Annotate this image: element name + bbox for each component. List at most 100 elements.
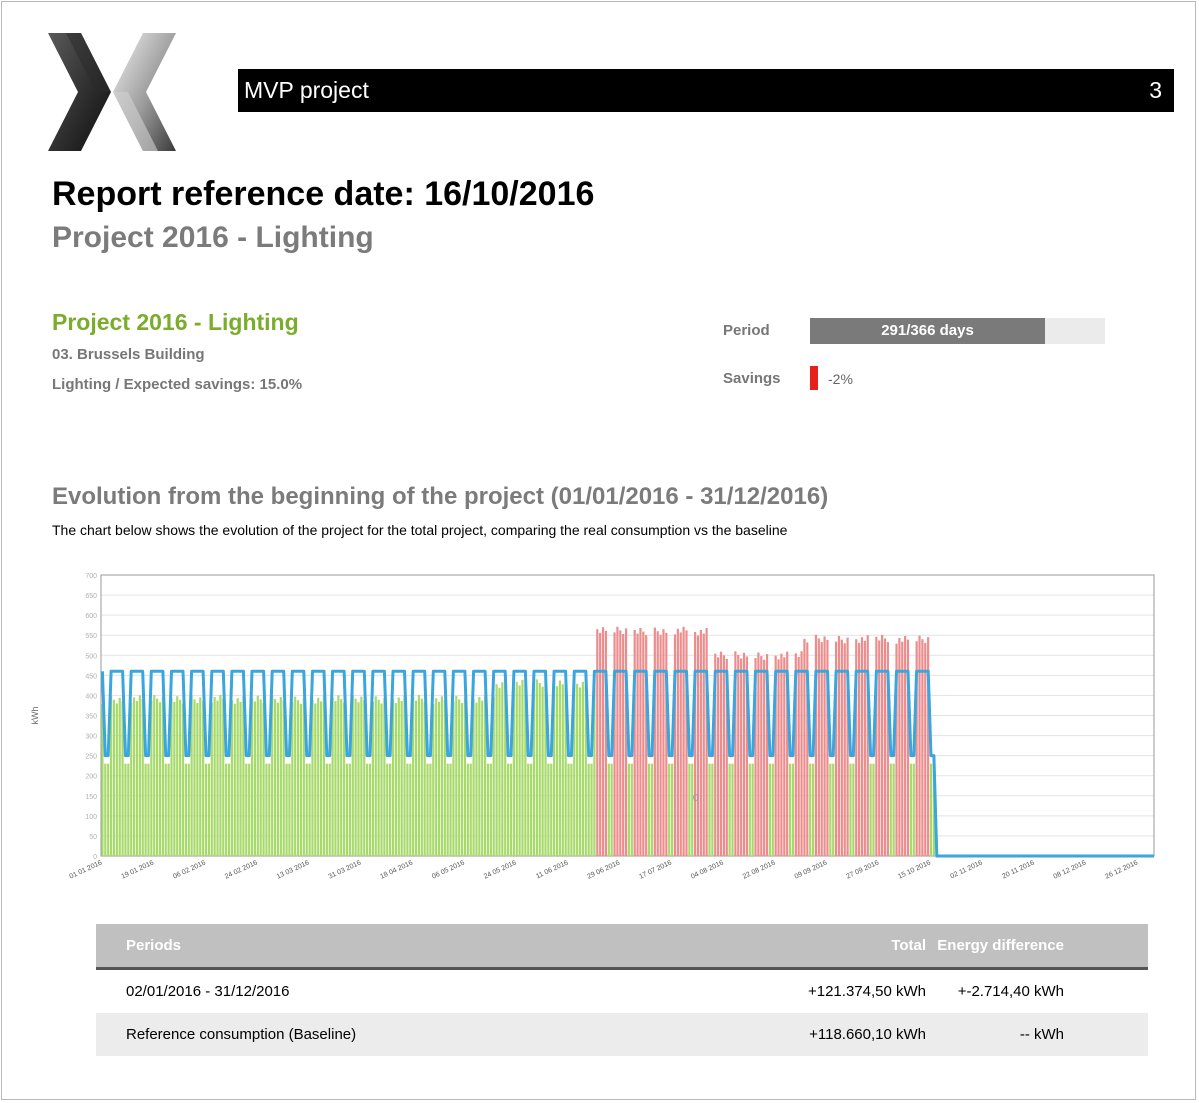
consumption-bar <box>751 763 754 856</box>
consumption-bar <box>449 763 452 856</box>
consumption-bar <box>688 763 691 856</box>
consumption-bar <box>665 632 668 856</box>
consumption-bar <box>429 763 432 856</box>
y-tick-label: 200 <box>85 774 97 781</box>
consumption-bar <box>368 763 372 856</box>
consumption-bar <box>561 684 564 856</box>
consumption-bar <box>668 763 671 856</box>
y-tick-label: 300 <box>85 734 97 741</box>
consumption-bar <box>426 763 429 856</box>
consumption-bar <box>863 640 866 856</box>
consumption-bar <box>659 634 662 856</box>
consumption-bar <box>653 627 656 856</box>
x-tick-label: 27 09 2016 <box>845 859 880 880</box>
consumption-bar <box>768 763 772 856</box>
consumption-bar <box>673 634 677 856</box>
row-energy-difference: +-2.714,40 kWh <box>957 983 1064 1000</box>
consumption-bar <box>702 633 705 856</box>
consumption-bar <box>466 763 469 856</box>
consumption-bar <box>360 696 363 856</box>
project-details: Lighting / Expected savings: 15.0% <box>52 376 303 393</box>
consumption-bar <box>711 763 714 856</box>
consumption-bar <box>279 697 282 856</box>
consumption-bar <box>717 657 720 856</box>
consumption-bar <box>380 703 383 856</box>
consumption-bar <box>535 679 538 856</box>
consumption-bar <box>705 627 708 856</box>
x-tick-label: 19 01 2016 <box>120 859 155 880</box>
consumption-bar <box>567 763 570 856</box>
consumption-bar <box>147 763 150 856</box>
consumption-bar <box>601 627 605 856</box>
consumption-bar <box>869 763 872 856</box>
consumption-bar <box>728 763 731 856</box>
row-period: 02/01/2016 - 31/12/2016 <box>126 983 290 1000</box>
consumption-bar <box>164 763 167 856</box>
y-tick-label: 550 <box>85 633 97 640</box>
consumption-bar <box>458 699 461 856</box>
consumption-bar <box>708 763 711 856</box>
row-energy-difference: -- kWh <box>1019 1026 1064 1043</box>
consumption-bar <box>153 695 156 856</box>
consumption-bar <box>811 763 815 856</box>
consumption-bar <box>469 763 472 856</box>
period-progress-fill: 291/366 days <box>810 318 1045 344</box>
consumption-bar <box>320 701 323 856</box>
table-row: 02/01/2016 - 31/12/2016 +121.374,50 kWh … <box>96 970 1148 1013</box>
consumption-bar <box>622 634 625 856</box>
consumption-bar <box>662 629 665 856</box>
consumption-bar <box>918 635 921 856</box>
consumption-bar <box>576 683 579 856</box>
project-building: 03. Brussels Building <box>52 346 205 363</box>
consumption-bar <box>757 652 760 856</box>
consumption-bar <box>199 697 202 856</box>
consumption-bar <box>581 681 584 856</box>
consumption-bar <box>760 656 763 856</box>
consumption-bar <box>276 702 280 856</box>
consumption-bar <box>616 626 619 856</box>
consumption-bar <box>374 696 377 856</box>
x-tick-label: 06 05 2016 <box>431 859 466 880</box>
consumption-bar <box>596 629 599 856</box>
consumption-bar <box>901 641 904 856</box>
page-number: 3 <box>1149 77 1162 103</box>
consumption-bar <box>507 763 510 856</box>
consumption-bar <box>389 763 392 856</box>
consumption-bar <box>518 685 521 856</box>
consumption-bar <box>881 634 884 856</box>
consumption-bar <box>639 627 642 856</box>
consumption-bar <box>225 763 228 856</box>
consumption-bar <box>340 699 343 856</box>
consumption-bar <box>348 763 351 856</box>
consumption-bar <box>138 695 141 856</box>
consumption-bar <box>509 763 513 856</box>
consumption-bar <box>763 659 766 856</box>
x-tick-label: 04 08 2016 <box>690 859 725 880</box>
consumption-bar <box>771 763 774 856</box>
consumption-bar <box>829 763 832 856</box>
consumption-bar <box>498 687 501 856</box>
x-tick-label: 11 06 2016 <box>535 859 569 880</box>
consumption-bar <box>633 629 636 856</box>
consumption-bar <box>578 687 582 856</box>
x-tick-label: 20 11 2016 <box>1001 859 1035 880</box>
consumption-bar <box>460 703 464 856</box>
consumption-bar <box>207 763 210 856</box>
consumption-bar <box>832 763 835 856</box>
savings-indicator <box>810 366 818 390</box>
consumption-bar <box>219 695 222 856</box>
header-periods: Periods <box>126 937 182 954</box>
consumption-bar <box>527 763 530 856</box>
consumption-bar <box>924 642 927 856</box>
y-tick-label: 0 <box>93 854 97 861</box>
consumption-bar <box>538 682 541 856</box>
period-progress-bar: 291/366 days <box>810 318 1105 344</box>
y-tick-label: 600 <box>85 613 97 620</box>
period-progress-text: 291/366 days <box>881 322 974 339</box>
consumption-bar <box>414 700 418 856</box>
consumption-bar <box>530 763 533 856</box>
consumption-bar <box>604 630 608 856</box>
consumption-bar <box>748 763 751 856</box>
consumption-bar <box>437 701 441 856</box>
consumption-bar <box>236 698 239 856</box>
